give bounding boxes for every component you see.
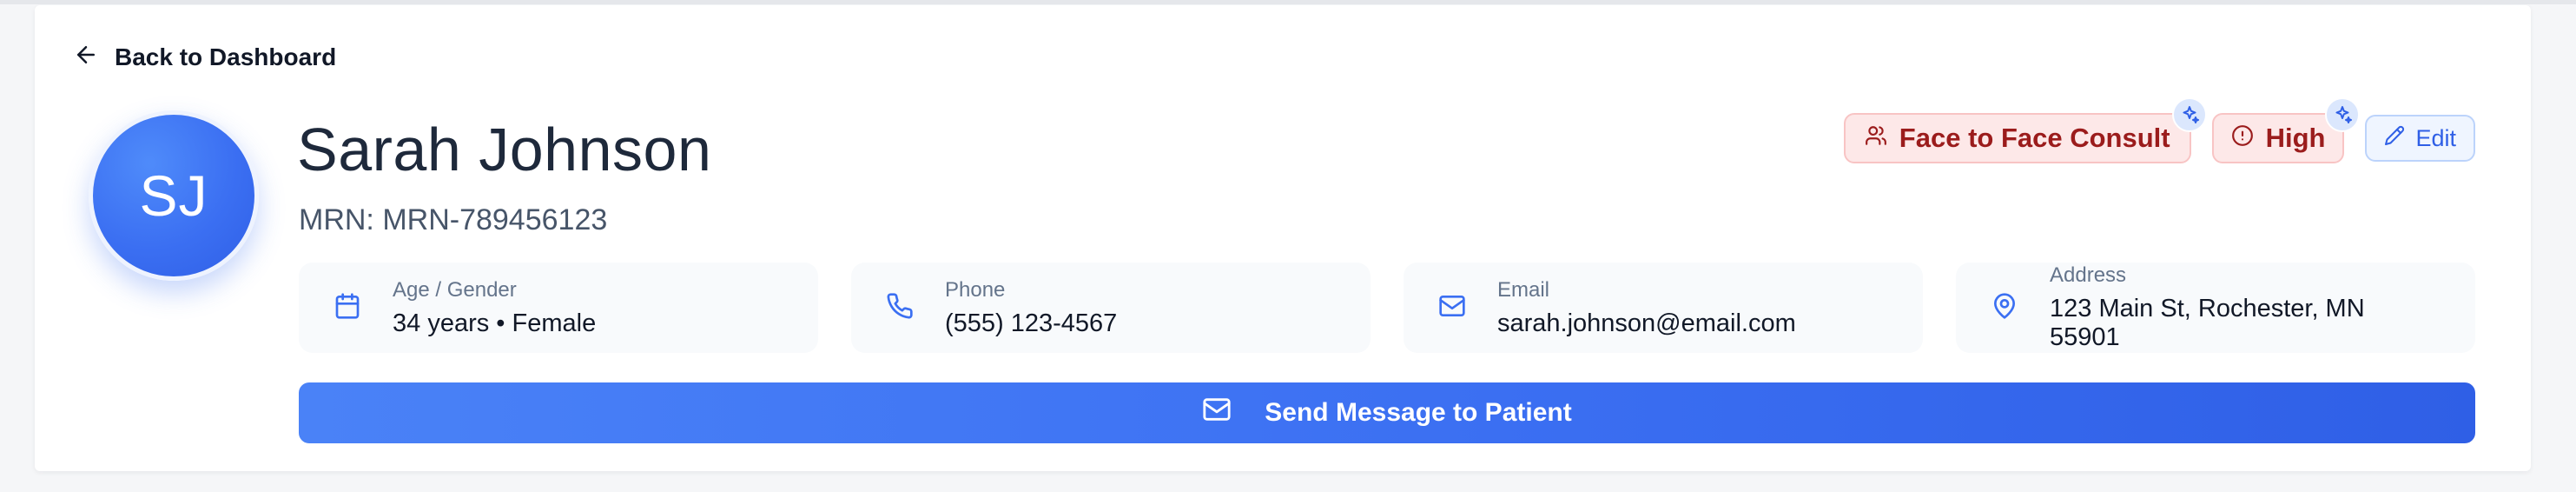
- info-value: sarah.johnson@email.com: [1497, 309, 1796, 337]
- contact-info-row: Age / Gender 34 years • Female Phone (55…: [299, 263, 2475, 353]
- back-to-dashboard-link[interactable]: Back to Dashboard: [73, 40, 336, 75]
- status-badges: Face to Face Consult High Edit: [1843, 97, 2475, 163]
- sparkles-icon[interactable]: [2171, 97, 2207, 132]
- consult-type-badge[interactable]: Face to Face Consult: [1843, 97, 2207, 163]
- info-value: (555) 123-4567: [945, 309, 1118, 337]
- send-message-label: Send Message to Patient: [1265, 398, 1572, 427]
- avatar: SJ: [89, 110, 259, 281]
- phone-icon: [886, 292, 914, 324]
- back-label: Back to Dashboard: [115, 43, 337, 70]
- priority-badge[interactable]: High: [2211, 97, 2361, 163]
- sparkles-icon[interactable]: [2325, 97, 2361, 132]
- info-card-age-gender: Age / Gender 34 years • Female: [299, 263, 818, 353]
- avatar-initials: SJ: [139, 163, 208, 228]
- info-value: 123 Main St, Rochester, MN 55901: [2050, 295, 2365, 351]
- info-label: Email: [1497, 277, 1550, 302]
- info-label: Address: [2050, 263, 2127, 287]
- consult-type-label: Face to Face Consult: [1899, 123, 2170, 153]
- edit-label: Edit: [2415, 124, 2456, 151]
- alert-circle-icon: [2231, 123, 2254, 154]
- send-message-button[interactable]: Send Message to Patient: [299, 382, 2475, 443]
- info-label: Phone: [945, 277, 1006, 302]
- calendar-icon: [334, 292, 361, 324]
- users-icon: [1865, 123, 1887, 154]
- edit-button[interactable]: Edit: [2365, 115, 2475, 162]
- pencil-icon: [2384, 125, 2405, 152]
- info-label: Age / Gender: [393, 277, 517, 302]
- info-card-address: Address 123 Main St, Rochester, MN 55901: [1956, 263, 2475, 353]
- info-value: 34 years • Female: [393, 309, 597, 337]
- info-card-phone: Phone (555) 123-4567: [851, 263, 1371, 353]
- mail-icon: [1202, 395, 1232, 431]
- info-card-email: Email sarah.johnson@email.com: [1404, 263, 1923, 353]
- priority-label: High: [2265, 123, 2326, 153]
- patient-name: Sarah Johnson: [297, 116, 712, 183]
- patient-mrn: MRN: MRN-789456123: [299, 203, 608, 236]
- top-divider: [0, 0, 2576, 4]
- map-pin-icon: [1991, 292, 2018, 324]
- arrow-left-icon: [73, 42, 99, 74]
- mail-icon: [1438, 292, 1466, 324]
